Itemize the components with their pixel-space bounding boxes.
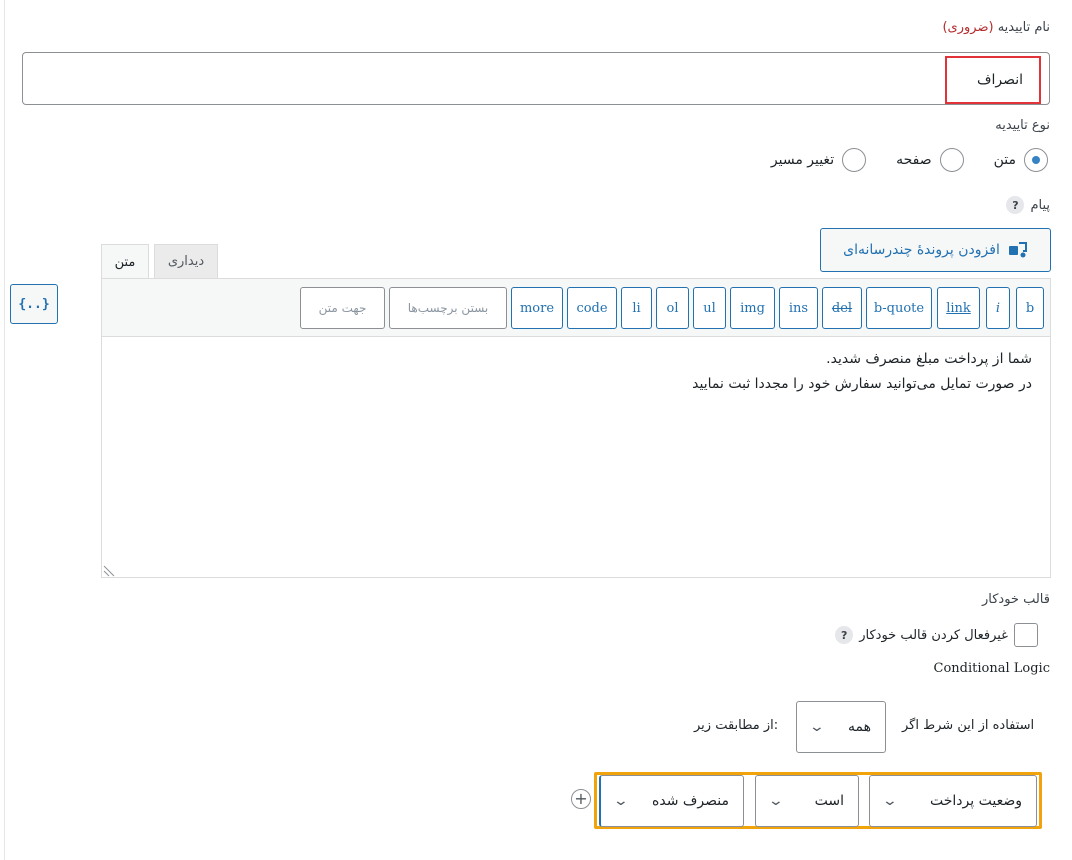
toolbar-bquote-button[interactable]: b-quote (866, 287, 932, 329)
chevron-down-icon: ⌄ (881, 793, 899, 809)
radio-page-label[interactable]: صفحه (896, 152, 932, 168)
auto-format-row: غیرفعال کردن قالب خودکار ? (835, 623, 1038, 647)
radio-page[interactable] (939, 148, 964, 172)
rule-field-value: وضعیت پرداخت (930, 793, 1022, 809)
toolbar-img-button[interactable]: img (730, 287, 775, 329)
merge-tags-button[interactable]: {..} (10, 284, 58, 324)
message-editor: b i link b-quote del ins img ul ol li co… (101, 278, 1051, 578)
rule-operator-select[interactable]: است ⌄ (755, 775, 859, 827)
toolbar-ul-button[interactable]: ul (693, 287, 726, 329)
chevron-down-icon: ⌄ (612, 793, 630, 809)
confirmation-name-input[interactable]: انصراف (22, 52, 1050, 105)
radio-redirect-label[interactable]: تغییر مسیر (771, 152, 834, 168)
radio-text-label[interactable]: متن (994, 152, 1016, 168)
chevron-down-icon: ⌄ (767, 793, 785, 809)
message-label: پیام (1030, 197, 1050, 213)
toolbar-ins-button[interactable]: ins (779, 287, 818, 329)
auto-format-help-icon[interactable]: ? (835, 626, 854, 644)
media-icon (1008, 242, 1027, 258)
confirmation-name-value[interactable]: انصراف (945, 56, 1041, 104)
add-media-label: افزودن پروندهٔ چندرسانه‌ای (843, 242, 1000, 258)
rule-value-select[interactable]: منصرف شده ⌄ (599, 775, 744, 827)
conditional-logic-title: Conditional Logic (933, 661, 1050, 676)
resize-handle-icon[interactable] (102, 563, 116, 577)
editor-content-line-1: شما از پرداخت مبلغ منصرف شدید. (826, 351, 1032, 367)
rule-value-value: منصرف شده (652, 793, 729, 809)
confirmation-name-label: نام تاییدیه (ضروری) (942, 20, 1050, 35)
confirmation-name-label-text: نام تاییدیه (997, 20, 1050, 35)
toolbar-del-button[interactable]: del (822, 287, 862, 329)
toolbar-close-tags-button[interactable]: بستن برچسب‌ها (389, 287, 507, 329)
radio-text[interactable] (1024, 148, 1048, 172)
auto-format-label: قالب خودکار (981, 592, 1050, 607)
rule-operator-value: است (814, 793, 844, 809)
page-left-border (4, 0, 5, 860)
editor-content[interactable]: شما از پرداخت مبلغ منصرف شدید. در صورت ت… (692, 347, 1032, 397)
toolbar-li-button[interactable]: li (621, 287, 652, 329)
message-help-icon[interactable]: ? (1006, 196, 1025, 214)
required-indicator: (ضروری) (942, 20, 994, 35)
confirmation-type-label: نوع تاییدیه (995, 118, 1050, 133)
confirmation-type-options: متن صفحه تغییر مسیر (771, 148, 1048, 172)
add-rule-icon[interactable]: + (571, 789, 591, 809)
radio-redirect[interactable] (842, 148, 867, 172)
match-select-value: همه (848, 719, 871, 735)
toolbar-text-direction-button[interactable]: جهت متن (300, 287, 385, 329)
rule-field-select[interactable]: وضعیت پرداخت ⌄ (869, 775, 1037, 827)
editor-content-line-2: در صورت تمایل می‌توانید سفارش خود را مجد… (692, 376, 1032, 392)
add-media-button[interactable]: افزودن پروندهٔ چندرسانه‌ای (820, 228, 1051, 272)
editor-toolbar: b i link b-quote del ins img ul ol li co… (102, 279, 1050, 337)
chevron-down-icon: ⌄ (808, 719, 826, 735)
conditional-logic-suffix: از مطابقت زیر: (694, 718, 779, 733)
match-select[interactable]: همه ⌄ (796, 701, 886, 753)
disable-auto-format-checkbox[interactable] (1014, 623, 1038, 647)
toolbar-bold-button[interactable]: b (1016, 287, 1044, 329)
toolbar-code-button[interactable]: code (567, 287, 617, 329)
tab-text[interactable]: متن (101, 244, 149, 280)
disable-auto-format-label[interactable]: غیرفعال کردن قالب خودکار (859, 628, 1008, 643)
toolbar-more-button[interactable]: more (511, 287, 563, 329)
tab-visual[interactable]: دیداری (154, 244, 218, 278)
toolbar-ol-button[interactable]: ol (656, 287, 689, 329)
toolbar-link-button[interactable]: link (937, 287, 980, 329)
toolbar-italic-button[interactable]: i (986, 287, 1010, 329)
message-label-row: پیام ? (1006, 196, 1050, 214)
conditional-logic-prefix: استفاده از این شرط اگر (902, 718, 1035, 733)
